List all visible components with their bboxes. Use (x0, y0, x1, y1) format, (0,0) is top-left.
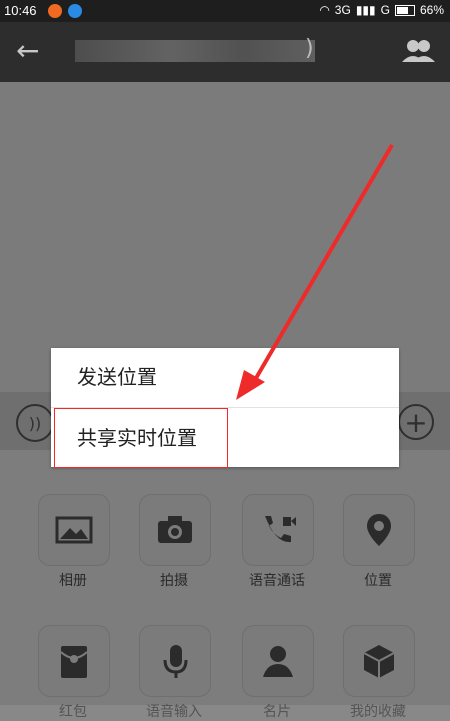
status-indicators: ◠ 3G ▮▮▮ G 66% (319, 3, 444, 17)
tile-label: 语音输入 (146, 704, 202, 720)
location-pin-icon (367, 514, 391, 546)
app-notification-icon (68, 4, 82, 18)
red-packet-icon (60, 646, 88, 678)
voice-input-icon[interactable]: )) (16, 404, 54, 442)
tile-label: 名片 (263, 704, 291, 720)
tile-label: 拍摄 (160, 573, 188, 589)
battery-percent: 66% (419, 3, 444, 17)
favorites-box-icon (363, 645, 395, 678)
tile-label: 红包 (59, 704, 87, 720)
more-functions-panel: 相册 拍摄 语音通话 位置 红包 语音输入 名片 我的收藏 (0, 450, 450, 720)
signal-icon: ▮▮▮ (355, 3, 376, 17)
chat-header: ← ) (0, 22, 450, 82)
tile-album[interactable] (38, 494, 110, 566)
tile-label: 我的收藏 (350, 704, 406, 720)
microphone-icon (163, 645, 188, 678)
tile-camera[interactable] (139, 494, 211, 566)
tile-location[interactable] (343, 494, 415, 566)
share-live-location-option[interactable]: 共享实时位置 (77, 422, 425, 451)
app-notification-icon (48, 4, 62, 18)
photo-album-icon (55, 516, 93, 544)
status-bar: 10:46 ◠ 3G ▮▮▮ G 66% (0, 0, 450, 22)
signal-type: G (380, 3, 390, 17)
tile-label: 位置 (364, 573, 392, 589)
camera-icon (158, 516, 192, 543)
send-location-option[interactable]: 发送位置 (77, 361, 425, 390)
contact-card-icon (263, 646, 293, 677)
status-time: 10:46 (4, 3, 37, 18)
tile-voice-input[interactable] (139, 625, 211, 697)
network-type: 3G (334, 3, 351, 17)
voice-call-icon (265, 516, 296, 543)
tile-favorites[interactable] (343, 625, 415, 697)
tile-label: 相册 (59, 573, 87, 589)
chat-area (0, 82, 450, 392)
blurred-chat-title (75, 40, 315, 62)
chat-title-suffix: ) (305, 36, 314, 61)
tile-voice-call[interactable] (242, 494, 314, 566)
location-menu-dialog: 发送位置 共享实时位置 (51, 348, 399, 468)
wifi-icon: ◠ (319, 3, 330, 17)
battery-icon (394, 4, 415, 16)
tile-contact-card[interactable] (242, 625, 314, 697)
tile-red-packet[interactable] (38, 625, 110, 697)
back-arrow-icon[interactable]: ← (16, 36, 48, 68)
group-members-icon[interactable] (400, 38, 436, 64)
tile-label: 语音通话 (249, 573, 305, 589)
